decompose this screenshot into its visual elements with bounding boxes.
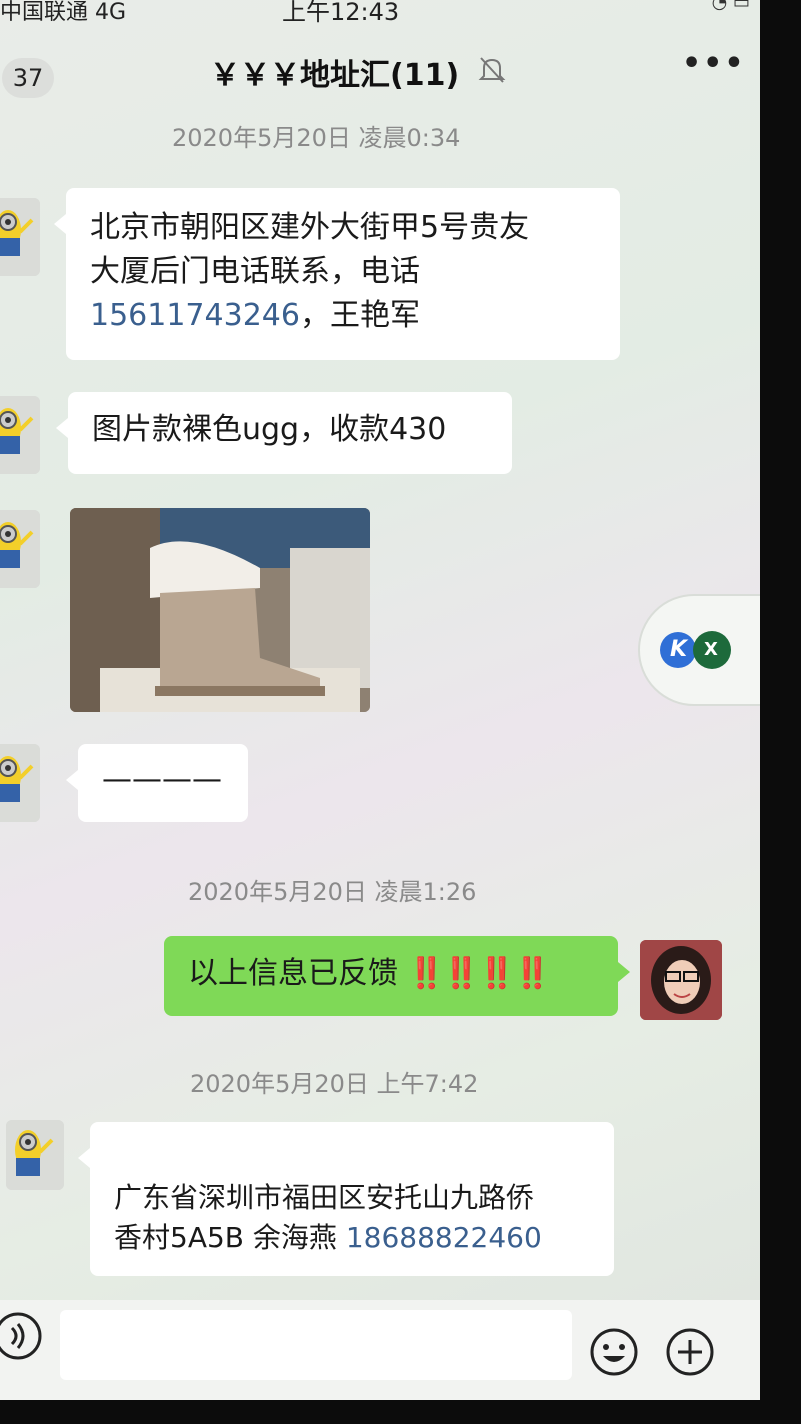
emoji-icon[interactable] [588, 1326, 640, 1382]
message-text: 图片款裸色ugg，收款430 [92, 412, 447, 447]
minion-avatar[interactable] [0, 396, 40, 474]
mute-icon [478, 54, 506, 90]
unread-count: 37 [12, 64, 44, 92]
voice-icon[interactable] [0, 1308, 46, 1368]
phone-link[interactable]: 18688822460 [346, 1221, 542, 1254]
floating-widget[interactable]: K X [638, 594, 760, 706]
message-text: 北京市朝阳区建外大街甲5号贵友 [90, 210, 530, 245]
timestamp: 2020年5月20日 上午7:42 [190, 1070, 479, 1098]
message-text: ，王艳军 [299, 298, 420, 333]
message-text: 香村5A5B 余海燕 [114, 1221, 337, 1254]
minion-avatar[interactable] [0, 198, 40, 276]
minion-avatar[interactable] [0, 744, 40, 822]
message-bubble[interactable]: 广东省深圳市福田区安托山九路侨 香村5A5B 余海燕 18688822460 [78, 1122, 614, 1276]
status-time: 上午12:43 [282, 0, 400, 26]
x-badge-icon: X [704, 639, 718, 660]
boot-photo[interactable] [70, 508, 370, 712]
plus-icon[interactable] [664, 1326, 716, 1382]
chat-title: ￥￥￥地址汇(11) [210, 58, 460, 93]
self-avatar[interactable] [640, 940, 722, 1020]
timestamp: 2020年5月20日 凌晨0:34 [172, 124, 461, 152]
message-bubble[interactable]: 图片款裸色ugg，收款430 [56, 392, 512, 474]
minion-avatar[interactable] [0, 510, 40, 588]
message-text: ———— [102, 762, 222, 797]
self-message-bubble[interactable]: 以上信息已反馈 ‼️‼️‼️‼️ [164, 936, 630, 1016]
exclamation-emoji: ‼️‼️‼️‼️ [407, 956, 551, 991]
input-bar [0, 1300, 760, 1400]
carrier-label: 中国联通 4G [0, 0, 127, 25]
status-bar: 中国联通 4G 上午12:43 ◔ ▭ [0, 0, 760, 28]
message-bubble[interactable]: ———— [66, 744, 248, 822]
phone-link[interactable]: 15611743246 [90, 298, 300, 333]
more-options-button[interactable]: ••• [682, 46, 746, 81]
chat-header: 37 ￥￥￥地址汇(11) ••• [0, 40, 760, 110]
message-text-line: 15611743246，王艳军 [90, 294, 596, 338]
status-icons: ◔ ▭ [711, 0, 750, 13]
message-text-line: 香村5A5B 余海燕 18688822460 [114, 1218, 590, 1258]
minion-avatar[interactable] [6, 1120, 64, 1190]
message-text: 以上信息已反馈 [188, 956, 398, 991]
message-input[interactable] [60, 1310, 572, 1380]
message-text: 大厦后门电话联系，电话 [90, 254, 420, 289]
k-badge-icon: K [670, 637, 688, 662]
timestamp: 2020年5月20日 凌晨1:26 [188, 878, 477, 906]
message-text: 广东省深圳市福田区安托山九路侨 [114, 1181, 535, 1214]
chat-screen: 中国联通 4G 上午12:43 ◔ ▭ 37 ￥￥￥地址汇(11) ••• 20… [0, 0, 760, 1400]
message-bubble[interactable]: 北京市朝阳区建外大街甲5号贵友 大厦后门电话联系，电话 15611743246，… [54, 188, 620, 360]
back-button[interactable]: 37 [2, 58, 54, 98]
